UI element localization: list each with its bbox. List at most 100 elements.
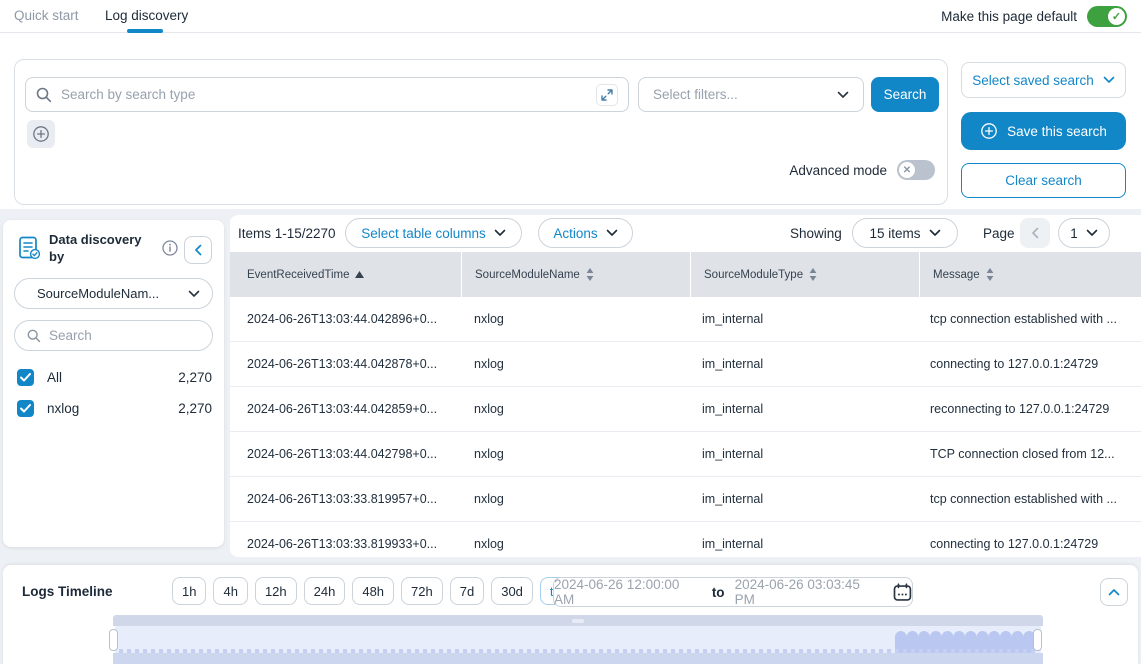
prev-page-button[interactable] — [1020, 218, 1050, 248]
range-button-4h[interactable]: 4h — [213, 577, 247, 605]
table-row[interactable]: 2024-06-26T13:03:44.042859+0... nxlog im… — [230, 387, 1141, 432]
collapse-sidebar-button[interactable] — [184, 236, 212, 264]
chevron-down-icon — [837, 91, 849, 99]
logs-timeline-title: Logs Timeline — [22, 584, 113, 599]
date-from-value: 2024-06-26 12:00:00 AM — [554, 577, 702, 607]
collapse-timeline-button[interactable] — [1100, 578, 1128, 606]
cell-message: tcp connection established with ... — [917, 477, 1141, 521]
page-number-select[interactable]: 1 — [1058, 218, 1110, 248]
search-panel: Select filters... Search Advanced mode ✕ — [14, 59, 948, 205]
select-table-columns-button[interactable]: Select table columns — [345, 218, 522, 248]
column-header-sourcemoduletype[interactable]: SourceModuleType — [691, 252, 919, 297]
facet-checkbox-nxlog[interactable] — [17, 400, 34, 417]
data-discovery-icon — [16, 235, 42, 261]
table-row[interactable]: 2024-06-26T13:03:44.042878+0... nxlog im… — [230, 342, 1141, 387]
select-saved-search-button[interactable]: Select saved search — [961, 62, 1126, 98]
page-label: Page — [983, 226, 1015, 241]
table-row[interactable]: 2024-06-26T13:03:33.819933+0... nxlog im… — [230, 522, 1141, 557]
log-discovery-page: Quick start Log discovery Make this page… — [0, 0, 1141, 664]
make-default-toggle[interactable]: ✓ — [1087, 6, 1127, 27]
actions-button[interactable]: Actions — [538, 218, 633, 248]
column-header-label: SourceModuleType — [704, 269, 803, 281]
range-button-12h[interactable]: 12h — [255, 577, 297, 605]
cell-eventreceivedtime: 2024-06-26T13:03:44.042896+0... — [230, 297, 461, 341]
cell-sourcemoduletype: im_internal — [689, 522, 917, 557]
table-header-row: EventReceivedTime SourceModuleName Sourc… — [230, 252, 1141, 297]
range-button-7d[interactable]: 7d — [450, 577, 484, 605]
select-table-columns-label: Select table columns — [361, 226, 486, 241]
column-header-label: Message — [933, 269, 980, 281]
cell-sourcemodulename: nxlog — [461, 297, 689, 341]
info-icon[interactable] — [162, 240, 178, 256]
main-search-box — [25, 77, 629, 112]
cross-icon: ✕ — [899, 162, 915, 178]
cell-eventreceivedtime: 2024-06-26T13:03:44.042798+0... — [230, 432, 461, 476]
column-header-label: EventReceivedTime — [247, 269, 349, 281]
table-row[interactable]: 2024-06-26T13:03:44.042798+0... nxlog im… — [230, 432, 1141, 477]
facet-checkbox-all[interactable] — [17, 369, 34, 386]
column-header-message[interactable]: Message — [920, 252, 1141, 297]
date-range-picker[interactable]: 2024-06-26 12:00:00 AM to 2024-06-26 03:… — [553, 577, 913, 607]
expand-search-icon[interactable] — [596, 84, 618, 106]
chevron-left-icon — [194, 244, 202, 256]
range-button-72h[interactable]: 72h — [401, 577, 443, 605]
discovery-field-value: SourceModuleNam... — [37, 286, 159, 301]
cell-eventreceivedtime: 2024-06-26T13:03:44.042878+0... — [230, 342, 461, 386]
page-number-value: 1 — [1070, 226, 1078, 241]
discovery-field-select[interactable]: SourceModuleNam... — [14, 278, 213, 309]
save-this-search-button[interactable]: Save this search — [961, 112, 1126, 150]
search-input[interactable] — [61, 87, 587, 102]
cell-message: tcp connection established with ... — [917, 297, 1141, 341]
check-icon — [20, 373, 31, 382]
brush-drag-handle-icon — [572, 619, 584, 623]
column-header-eventreceivedtime[interactable]: EventReceivedTime — [230, 252, 461, 297]
logs-timeline-panel: Logs Timeline 1h 4h 12h 24h 48h 72h 7d 3… — [3, 565, 1138, 664]
items-summary: Items 1-15/2270 — [238, 226, 336, 241]
sidebar-search-input[interactable] — [49, 328, 200, 343]
showing-label: Showing — [790, 226, 842, 241]
tab-log-discovery[interactable]: Log discovery — [105, 8, 188, 23]
cell-sourcemodulename: nxlog — [461, 387, 689, 431]
range-button-48h[interactable]: 48h — [352, 577, 394, 605]
table-row[interactable]: 2024-06-26T13:03:33.819957+0... nxlog im… — [230, 477, 1141, 522]
search-icon — [27, 329, 41, 343]
cell-sourcemoduletype: im_internal — [689, 432, 917, 476]
brush-handle-left[interactable] — [109, 629, 118, 651]
brush-handle-right[interactable] — [1033, 629, 1042, 651]
plus-circle-icon — [980, 122, 998, 140]
column-header-sourcemodulename[interactable]: SourceModuleName — [462, 252, 690, 297]
date-to-value: 2024-06-26 03:03:45 PM — [735, 577, 884, 607]
range-button-30d[interactable]: 30d — [491, 577, 533, 605]
chevron-down-icon — [494, 229, 506, 237]
plus-circle-icon — [32, 125, 50, 143]
timeline-axis-strip — [113, 653, 1043, 664]
range-button-24h[interactable]: 24h — [304, 577, 346, 605]
cell-message: connecting to 127.0.0.1:24729 — [917, 522, 1141, 557]
range-button-1h[interactable]: 1h — [172, 577, 206, 605]
advanced-mode-toggle[interactable]: ✕ — [897, 160, 935, 180]
timeline-brush-track[interactable] — [113, 615, 1043, 626]
page-size-value: 15 items — [869, 226, 920, 241]
facet-row-all: All 2,270 — [3, 366, 224, 388]
make-default-row: Make this page default ✓ — [941, 6, 1127, 27]
chevron-down-icon — [929, 229, 941, 237]
cell-sourcemodulename: nxlog — [461, 432, 689, 476]
chevron-down-icon — [1086, 229, 1098, 237]
calendar-icon — [893, 583, 912, 602]
cell-sourcemoduletype: im_internal — [689, 477, 917, 521]
save-this-search-label: Save this search — [1007, 124, 1107, 139]
search-button[interactable]: Search — [871, 77, 939, 112]
clear-search-button[interactable]: Clear search — [961, 163, 1126, 198]
page-size-select[interactable]: 15 items — [852, 218, 958, 248]
cell-sourcemodulename: nxlog — [461, 342, 689, 386]
filters-select[interactable]: Select filters... — [638, 77, 864, 112]
cell-eventreceivedtime: 2024-06-26T13:03:44.042859+0... — [230, 387, 461, 431]
tab-quick-start[interactable]: Quick start — [14, 8, 79, 23]
make-default-label: Make this page default — [941, 9, 1077, 24]
table-row[interactable]: 2024-06-26T13:03:44.042896+0... nxlog im… — [230, 297, 1141, 342]
cell-sourcemoduletype: im_internal — [689, 387, 917, 431]
add-search-row-button[interactable] — [27, 120, 55, 148]
cell-eventreceivedtime: 2024-06-26T13:03:33.819933+0... — [230, 522, 461, 557]
facet-row-nxlog: nxlog 2,270 — [3, 397, 224, 419]
chevron-up-icon — [1108, 588, 1120, 596]
